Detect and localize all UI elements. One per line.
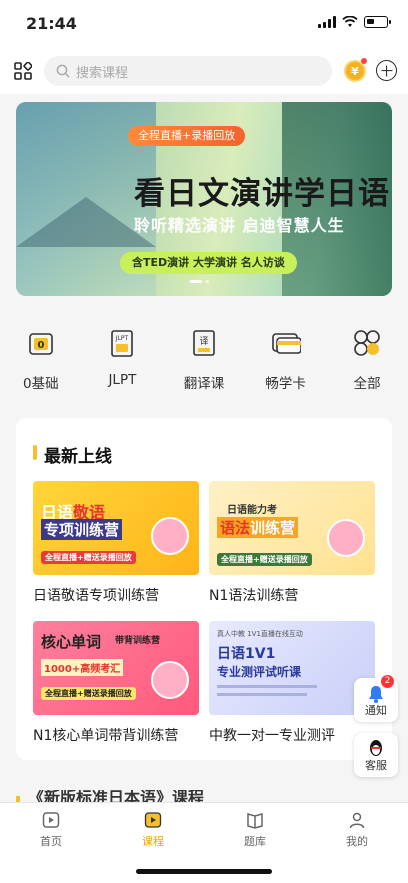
category-label: 0基础 xyxy=(23,376,59,392)
course-thumbnail: 日语敬语 专项训练营 全程直播+赠送录播回放 xyxy=(33,481,199,575)
tab-label: 我的 xyxy=(346,835,368,848)
thumb-note: 全程直播+赠送录播回放 xyxy=(217,553,312,566)
category-label: JLPT xyxy=(108,372,137,388)
course-card[interactable]: 核心单词 带背训练营 1000+高频考汇 全程直播+赠送录播回放 N1核心单词带… xyxy=(33,621,199,745)
search-placeholder: 搜索课程 xyxy=(76,65,129,81)
category-jlpt[interactable]: JLPT JLPT xyxy=(82,322,164,392)
cell-signal-icon xyxy=(318,16,336,28)
coin-red-dot xyxy=(361,58,367,64)
svg-text:JLPT: JLPT xyxy=(115,335,129,342)
category-row: 0 0基础 JLPT JLPT 译 翻译课 畅学卡 全部 xyxy=(0,322,408,392)
notification-badge: 2 xyxy=(381,675,394,688)
mascot-image xyxy=(151,661,189,699)
battery-icon xyxy=(364,16,391,28)
banner-title: 看日文演讲学日语 xyxy=(134,176,390,212)
thumb-note: 全程直播+赠送录播回放 xyxy=(41,551,136,564)
thumb-highlight: 语法 xyxy=(220,519,251,537)
course-title: 中教一对一专业测评 xyxy=(209,728,335,744)
thumb-text: 专项训练营 xyxy=(41,519,123,540)
book-icon xyxy=(247,813,263,829)
search-icon xyxy=(56,64,70,78)
status-bar: 21:44 xyxy=(0,0,408,46)
translate-icon: 译 xyxy=(193,330,215,356)
thumb-highlight: 带背训练营 xyxy=(115,636,161,646)
thumb-text: 训练营 xyxy=(250,519,296,537)
category-translation[interactable]: 译 翻译课 xyxy=(163,322,245,392)
svg-text:译: 译 xyxy=(199,336,208,347)
tab-label: 课程 xyxy=(142,835,164,848)
course-play-icon xyxy=(144,812,162,828)
tab-label: 题库 xyxy=(244,835,266,848)
thumb-decor-line xyxy=(217,693,307,696)
svg-text:0: 0 xyxy=(37,340,44,351)
thumb-text: 真人中教 1V1直播在线互动 xyxy=(217,630,303,638)
category-study-card[interactable]: 畅学卡 xyxy=(245,322,327,392)
add-icon[interactable] xyxy=(376,60,397,81)
course-thumbnail: 核心单词 带背训练营 1000+高频考汇 全程直播+赠送录播回放 xyxy=(33,621,199,715)
category-grid-icon[interactable] xyxy=(14,62,32,80)
tab-label: 首页 xyxy=(40,835,62,848)
card-icon xyxy=(271,333,301,354)
customer-service-button[interactable]: 客服 xyxy=(354,733,398,777)
jlpt-doc-icon: JLPT xyxy=(111,330,134,357)
category-all[interactable]: 全部 xyxy=(326,322,408,392)
course-card[interactable]: 日语敬语 专项训练营 全程直播+赠送录播回放 日语敬语专项训练营 xyxy=(33,481,199,605)
mascot-image xyxy=(151,517,189,555)
thumb-highlight: 专业测评试听课 xyxy=(217,665,302,679)
banner-tag-secondary: 含TED演讲 大学演讲 名人访谈 xyxy=(120,252,297,274)
thumb-decor-line xyxy=(217,685,317,688)
section-title: 最新上线 xyxy=(44,447,112,467)
course-title: 日语敬语专项训练营 xyxy=(33,588,159,604)
category-label: 畅学卡 xyxy=(265,376,306,392)
tab-home[interactable]: 首页 xyxy=(0,803,102,883)
bell-icon xyxy=(369,686,383,703)
banner-subtitle: 聆听精选演讲 启迪智慧人生 xyxy=(134,216,345,235)
course-card[interactable]: 日语能力考 语法训练营 全程直播+赠送录播回放 N1语法训练营 xyxy=(209,481,375,605)
section-accent-bar xyxy=(33,445,37,460)
folder-zero-icon: 0 xyxy=(28,333,53,355)
category-label: 翻译课 xyxy=(183,376,225,392)
search-input[interactable]: 搜索课程 xyxy=(44,56,332,86)
banner-tag: 全程直播+录播回放 xyxy=(128,126,246,146)
new-courses-card: 最新上线 日语敬语 专项训练营 全程直播+赠送录播回放 日语敬语专项训练营 日语… xyxy=(16,418,392,760)
status-time: 21:44 xyxy=(26,14,77,33)
category-label: 全部 xyxy=(353,376,381,392)
status-icons xyxy=(318,16,391,28)
thumb-text: 日语能力考 xyxy=(227,505,277,516)
category-zero-basics[interactable]: 0 0基础 xyxy=(0,322,82,392)
qq-penguin-icon xyxy=(370,740,382,756)
thumb-note: 全程直播+赠送录播回放 xyxy=(41,687,136,700)
thumb-text: 日语1V1 xyxy=(217,646,276,662)
thumb-text: 核心单词 xyxy=(41,633,102,651)
thumb-text: 1000+高频考汇 xyxy=(41,659,124,676)
banner-pagination xyxy=(190,280,209,283)
user-icon xyxy=(349,812,365,829)
wifi-icon xyxy=(342,16,358,27)
home-indicator xyxy=(136,869,272,874)
top-bar: 搜索课程 ¥ xyxy=(0,46,408,94)
coin-icon: ¥ xyxy=(351,64,359,78)
course-thumbnail: 真人中教 1V1直播在线互动 日语1V1 专业测评试听课 xyxy=(209,621,375,715)
course-title: N1核心单词带背训练营 xyxy=(33,728,179,744)
course-thumbnail: 日语能力考 语法训练营 全程直播+赠送录播回放 xyxy=(209,481,375,575)
course-card[interactable]: 真人中教 1V1直播在线互动 日语1V1 专业测评试听课 中教一对一专业测评 xyxy=(209,621,375,745)
notification-label: 通知 xyxy=(365,704,387,717)
customer-service-label: 客服 xyxy=(365,759,387,772)
mascot-image xyxy=(327,519,365,557)
notification-button[interactable]: 2 通知 xyxy=(354,675,398,722)
tab-profile[interactable]: 我的 xyxy=(306,803,408,883)
play-box-icon xyxy=(42,812,60,828)
course-title: N1语法训练营 xyxy=(209,588,299,604)
all-grid-icon xyxy=(354,330,380,356)
